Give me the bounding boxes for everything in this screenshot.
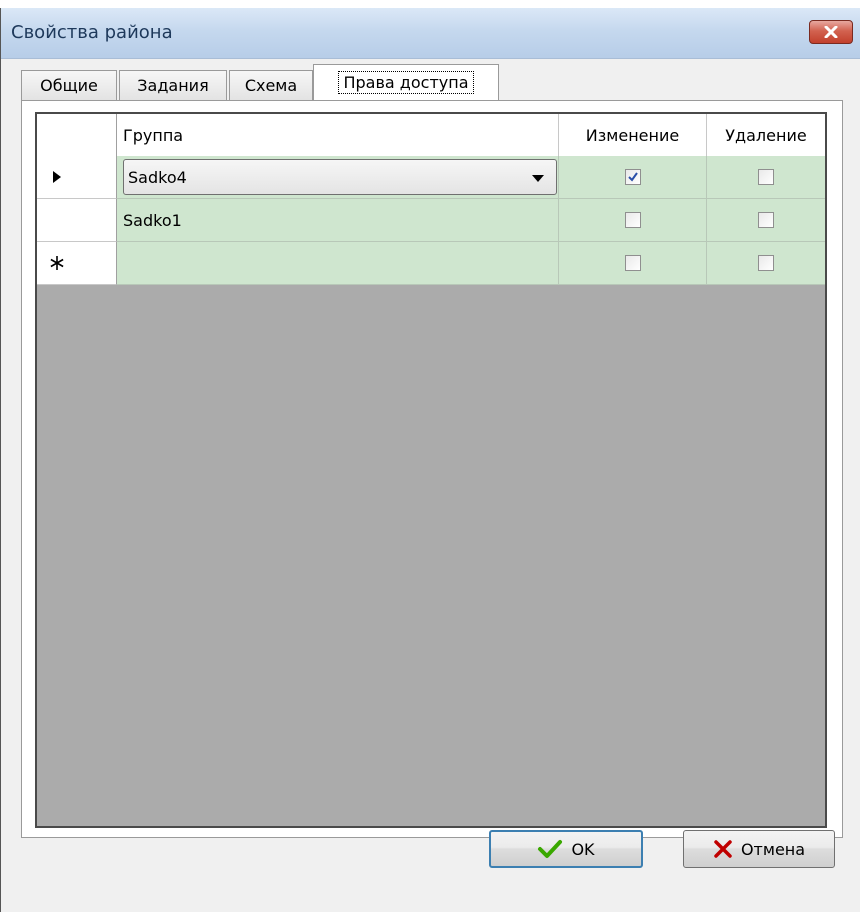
tab-tasks[interactable]: Задания: [119, 70, 227, 100]
edit-cell[interactable]: [559, 242, 707, 285]
x-icon: [714, 840, 732, 858]
close-button[interactable]: [809, 20, 853, 44]
group-cell[interactable]: [117, 242, 559, 285]
group-combobox[interactable]: Sadko4: [123, 159, 557, 195]
dialog-window: Свойства района Общие Задания Схема Прав…: [0, 8, 860, 912]
delete-checkbox[interactable]: [758, 255, 774, 271]
group-combobox-value: Sadko4: [128, 168, 187, 187]
column-header-edit[interactable]: Изменение: [559, 114, 707, 156]
column-header-delete[interactable]: Удаление: [707, 114, 825, 156]
tab-label: Схема: [244, 76, 298, 95]
window-title: Свойства района: [11, 22, 173, 43]
row-header[interactable]: [37, 156, 117, 199]
tab-general[interactable]: Общие: [21, 70, 117, 100]
delete-cell[interactable]: [707, 242, 825, 285]
column-header-label: Удаление: [725, 125, 807, 145]
edit-cell[interactable]: [559, 199, 707, 242]
close-icon: [824, 26, 838, 38]
table-row[interactable]: Sadko4: [37, 156, 825, 199]
column-header-label: Группа: [123, 125, 184, 145]
current-row-icon: [52, 171, 61, 183]
permissions-grid[interactable]: Группа Изменение Удаление Sadko4 Sadko1: [35, 112, 827, 828]
ok-button[interactable]: OK: [489, 830, 643, 868]
group-cell-value: Sadko1: [123, 210, 182, 230]
new-row-icon: [50, 256, 63, 270]
table-row[interactable]: Sadko1: [37, 199, 825, 242]
checkmark-icon: [538, 840, 563, 858]
group-cell[interactable]: Sadko4: [117, 156, 559, 199]
checkmark-icon: [627, 172, 638, 182]
edit-cell[interactable]: [559, 156, 707, 199]
row-header[interactable]: [37, 199, 117, 242]
delete-checkbox[interactable]: [758, 212, 774, 228]
edit-checkbox[interactable]: [624, 255, 641, 271]
edit-checkbox[interactable]: [624, 212, 641, 228]
group-cell[interactable]: Sadko1: [117, 199, 559, 242]
delete-checkbox[interactable]: [758, 169, 774, 185]
chevron-down-icon[interactable]: [532, 175, 544, 182]
column-header-label: Изменение: [585, 125, 680, 145]
tab-scheme[interactable]: Схема: [229, 70, 313, 100]
cancel-button[interactable]: Отмена: [683, 830, 835, 868]
ok-button-label: OK: [571, 839, 595, 859]
cancel-button-label: Отмена: [740, 839, 806, 859]
row-header-corner[interactable]: [37, 114, 117, 156]
delete-cell[interactable]: [707, 199, 825, 242]
tab-label: Задания: [137, 76, 209, 95]
row-header[interactable]: [37, 242, 117, 285]
delete-cell[interactable]: [707, 156, 825, 199]
edit-checkbox[interactable]: [624, 169, 641, 185]
table-row-new[interactable]: [37, 242, 825, 285]
tab-label: Общие: [40, 76, 98, 95]
title-bar[interactable]: Свойства района: [1, 8, 860, 59]
tab-label: Права доступа: [338, 71, 474, 94]
tab-access-rights[interactable]: Права доступа: [313, 64, 499, 100]
column-header-group[interactable]: Группа: [117, 114, 559, 156]
grid-header: Группа Изменение Удаление: [37, 114, 825, 157]
